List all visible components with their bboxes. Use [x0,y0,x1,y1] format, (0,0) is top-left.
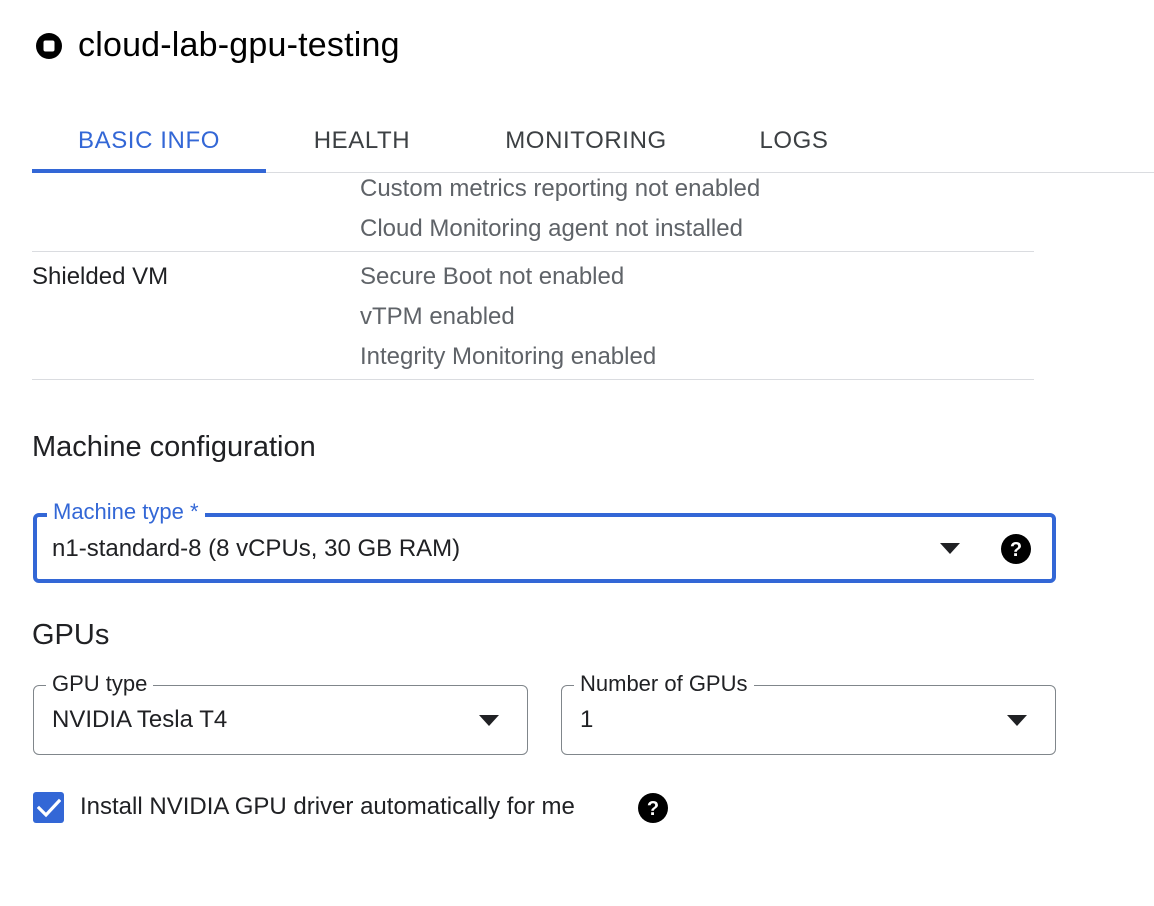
help-icon[interactable]: ? [638,793,668,823]
gpus-heading: GPUs [32,619,110,651]
page-header: cloud-lab-gpu-testing [34,26,400,65]
tab-bar: BASIC INFO HEALTH MONITORING LOGS [32,110,1154,173]
chevron-down-icon [479,715,499,726]
page-title: cloud-lab-gpu-testing [78,26,400,64]
chevron-down-icon [1007,715,1027,726]
vm-instance-details-page: cloud-lab-gpu-testing BASIC INFO HEALTH … [0,0,1154,906]
tab-health[interactable]: HEALTH [266,110,458,172]
machine-type-label: Machine type * [47,498,205,526]
tab-monitoring[interactable]: MONITORING [458,110,714,172]
integrity-monitoring-status: Integrity Monitoring enabled [360,343,657,370]
row-divider [32,379,1034,380]
tab-logs[interactable]: LOGS [714,110,874,172]
install-driver-label[interactable]: Install NVIDIA GPU driver automatically … [80,793,575,821]
gpu-type-value: NVIDIA Tesla T4 [52,706,228,733]
machine-type-value: n1-standard-8 (8 vCPUs, 30 GB RAM) [52,535,461,562]
machine-configuration-heading: Machine configuration [32,431,316,463]
gpu-count-select[interactable]: Number of GPUs 1 [561,670,1056,755]
monitoring-agent-status: Cloud Monitoring agent not installed [360,215,743,242]
vtpm-status: vTPM enabled [360,303,515,330]
check-icon [36,798,61,817]
custom-metrics-status: Custom metrics reporting not enabled [360,175,761,202]
chevron-down-icon [940,543,960,554]
shielded-vm-label: Shielded VM [32,263,169,290]
gpu-count-label: Number of GPUs [574,670,754,698]
row-divider [32,251,1034,252]
svg-text:?: ? [647,798,659,820]
gpu-count-value: 1 [580,706,594,733]
gpu-type-select[interactable]: GPU type NVIDIA Tesla T4 [33,670,528,755]
tab-basic-info[interactable]: BASIC INFO [32,110,266,173]
stopped-icon [36,32,62,59]
secure-boot-status: Secure Boot not enabled [360,263,625,290]
svg-text:?: ? [1010,539,1022,561]
help-icon[interactable]: ? [1001,534,1031,564]
machine-type-select[interactable]: Machine type * n1-standard-8 (8 vCPUs, 3… [33,498,1056,583]
install-driver-checkbox[interactable] [33,792,64,823]
gpu-type-label: GPU type [46,670,154,698]
